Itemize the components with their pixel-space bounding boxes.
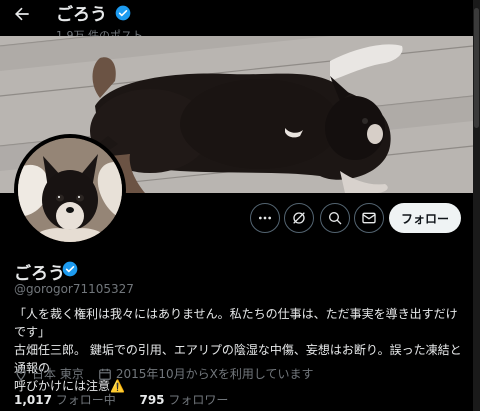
calendar-icon (98, 368, 111, 380)
grok-icon (293, 212, 305, 224)
follow-counts: 1,017 フォロー中 795 フォロワー (14, 391, 228, 408)
location-icon (16, 367, 26, 381)
avatar-photo (18, 138, 122, 242)
more-button[interactable] (250, 203, 280, 233)
search-icon (329, 212, 342, 225)
message-icon (362, 212, 376, 224)
profile-joined: 2015年10月からXを利用しています (115, 367, 314, 381)
following-link[interactable]: 1,017 フォロー中 (14, 393, 116, 407)
followers-label: フォロワー (168, 393, 229, 407)
following-label: フォロー中 (55, 393, 116, 407)
search-button[interactable] (320, 203, 350, 233)
follow-button[interactable]: フォロー (389, 203, 461, 233)
grok-button[interactable] (284, 203, 314, 233)
back-arrow-icon[interactable] (12, 4, 32, 24)
followers-count: 795 (139, 393, 165, 407)
followers-link[interactable]: 795 フォロワー (139, 393, 228, 407)
following-count: 1,017 (14, 393, 52, 407)
profile-handle: @gorogor71105327 (14, 282, 134, 296)
top-bar: ごろう 1.9万 件のポスト (0, 0, 480, 42)
header-name: ごろう (56, 5, 107, 25)
scrollbar[interactable] (473, 0, 480, 411)
verified-badge-icon[interactable] (62, 261, 78, 277)
profile-name: ごろう (14, 264, 65, 284)
verified-badge-icon (115, 5, 131, 20)
scrollbar-thumb[interactable] (474, 8, 479, 128)
more-icon (259, 216, 271, 220)
profile-meta: 日本 東京 2015年10月からXを利用しています (14, 365, 314, 382)
message-button[interactable] (354, 203, 384, 233)
profile-location: 日本 東京 (32, 367, 84, 381)
profile-avatar[interactable] (14, 134, 126, 246)
